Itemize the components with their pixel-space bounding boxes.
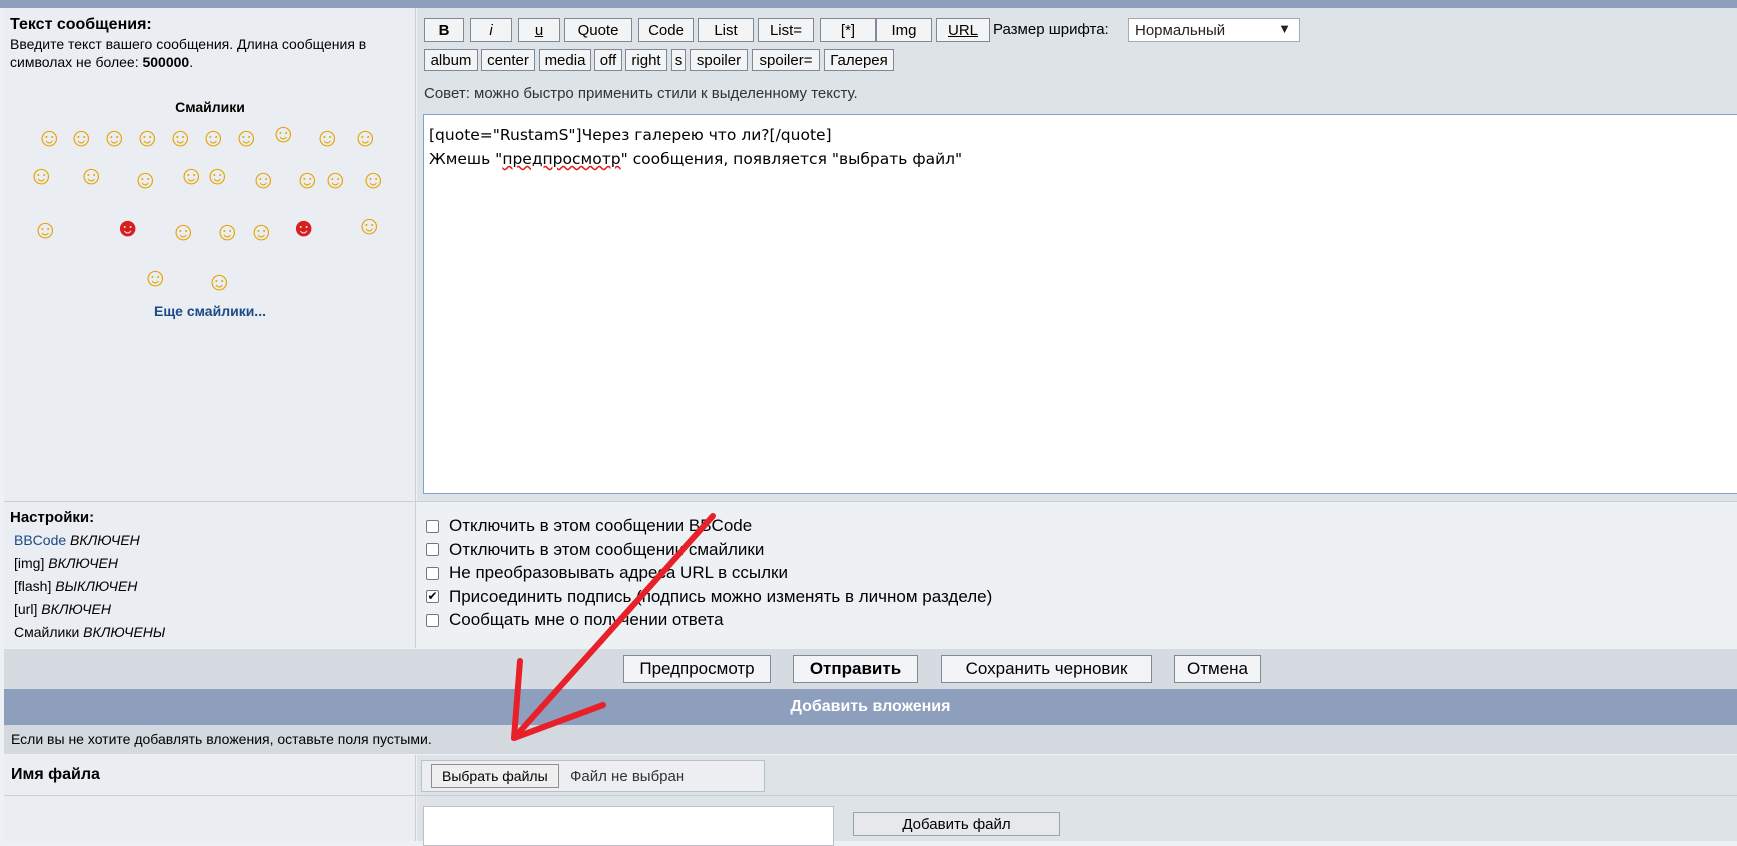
option-label: Отключить в этом сообщении смайлики [449,539,765,559]
question-icon[interactable]: ☺ [248,217,275,245]
thumb-icon[interactable]: ☺ [322,165,349,193]
hello-icon[interactable]: ☺ [32,215,59,243]
spoiler-titled-button[interactable]: spoiler= [752,49,820,71]
grin-icon[interactable]: ☺ [36,123,63,151]
option-5[interactable]: Сообщать мне о получении ответа [426,610,724,630]
sad-icon[interactable]: ☺ [167,123,194,151]
strike-button[interactable]: s [671,49,686,71]
font-size-label: Размер шрифта: [993,21,1109,38]
top-bar [0,0,1737,8]
media-button[interactable]: media [539,49,591,71]
option-1[interactable]: Отключить в этом сообщении BBCode [426,516,752,536]
blush-icon[interactable]: ☺ [233,123,260,151]
drinks-icon[interactable]: ☺ [178,161,205,189]
checkbox-icon[interactable] [426,519,439,533]
code-button[interactable]: Code [638,18,694,42]
more-smilies-link[interactable]: Еще смайлики... [4,303,416,319]
file-comment-input[interactable] [423,806,834,846]
cancel-button[interactable]: Отмена [1174,655,1261,683]
message-description: Введите текст вашего сообщения. Длина со… [10,36,367,70]
setting-url: [url] ВКЛЮЧЕН [14,601,111,617]
list-button[interactable]: List [698,18,754,42]
checkbox-icon[interactable] [426,613,439,627]
cool-icon[interactable]: ☺ [294,165,321,193]
setting-flash: [flash] ВЫКЛЮЧЕН [14,578,138,594]
img-button[interactable]: Img [876,18,932,42]
wave-icon[interactable]: ☺ [360,165,387,193]
dance-icon[interactable]: ☺ [78,161,105,189]
option-label: Отключить в этом сообщении BBCode [449,516,753,535]
message-title: Текст сообщения: [10,16,152,33]
option-label: Не преобразовывать адреса URL в ссылки [449,563,788,582]
extra-file-label-cell [4,796,416,841]
right-button[interactable]: right [625,49,667,71]
add-file-button[interactable]: Добавить файл [853,812,1060,836]
option-4[interactable]: ✔ Присоединить подпись (подпись можно изм… [426,587,992,607]
file-name-label: Имя файла [11,766,100,783]
settings-title: Настройки: [10,509,95,526]
scream-icon[interactable]: ☺ [142,263,169,291]
kiss-icon[interactable]: ☺ [270,119,297,147]
devil-icon[interactable]: ☻ [290,213,317,241]
attachments-header: Добавить вложения [4,689,1737,725]
hands-icon[interactable]: ☺ [356,211,383,239]
toolbar-hint: Совет: можно быстро применить стили к вы… [424,85,858,102]
preview-button[interactable]: Предпросмотр [623,655,771,683]
facepalm-icon[interactable]: ☺ [134,123,161,151]
smile2-icon[interactable]: ☺ [204,161,231,189]
unsure-icon[interactable]: ☺ [101,123,128,151]
wink-icon[interactable]: ☺ [206,267,233,295]
happy-icon[interactable]: ☺ [200,123,227,151]
shock-icon[interactable]: ☺ [250,165,277,193]
checkbox-icon[interactable] [426,543,439,556]
center-button[interactable]: center [481,49,535,71]
max-length: 500000 [142,54,190,70]
file-status: Файл не выбран [570,768,685,785]
save-draft-button[interactable]: Сохранить черновик [941,655,1152,683]
italic-button[interactable]: i [470,18,512,42]
choose-files-button[interactable]: Выбрать файлы [431,764,559,788]
bbcode-link[interactable]: BBCode [14,532,66,548]
list-item-button[interactable]: [*] [820,18,876,42]
option-label: Сообщать мне о получении ответа [449,610,724,629]
angry-icon[interactable]: ☻ [114,213,141,241]
smile-icon[interactable]: ☺ [68,123,95,151]
tongue-icon[interactable]: ☺ [170,217,197,245]
gallery-button[interactable]: Галерея [824,49,894,71]
url-button[interactable]: URL [936,18,990,42]
message-textarea[interactable]: [quote="RustamS"]Через галерею что ли?[/… [423,114,1737,494]
option-3[interactable]: Не преобразовывать адреса URL в ссылки [426,563,788,583]
attachments-note: Если вы не хотите добавлять вложения, ос… [4,725,1737,754]
checkbox-icon[interactable] [426,566,439,580]
crazy-icon[interactable]: ☺ [132,165,159,193]
spoiler-button[interactable]: spoiler [690,49,748,71]
point-icon[interactable]: ☺ [314,123,341,151]
underline-button[interactable]: u [518,18,560,42]
submit-button[interactable]: Отправить [793,655,918,683]
message-label-cell: Текст сообщения: Введите текст вашего со… [4,8,416,501]
setting-smilies: Смайлики ВКЛЮЧЕНЫ [14,624,166,640]
setting-img: [img] ВКЛЮЧЕН [14,555,118,571]
off-button[interactable]: off [594,49,622,71]
album-button[interactable]: album [424,49,478,71]
font-size-select[interactable]: Нормальный ▼ [1128,18,1300,42]
quote-button[interactable]: Quote [564,18,632,42]
setting-bbcode: BBCode ВКЛЮЧЕН [14,532,140,548]
misspelled-word: предпросмотр [502,150,621,168]
bruise-icon[interactable]: ☺ [214,217,241,245]
smilies-title: Смайлики [175,99,245,115]
dropdown-arrow-icon: ▼ [1278,21,1291,36]
bold-button[interactable]: B [424,18,464,42]
option-2[interactable]: Отключить в этом сообщении смайлики [426,540,764,560]
frown-icon[interactable]: ☺ [28,161,55,189]
list-numbered-button[interactable]: List= [758,18,814,42]
option-label: Присоединить подпись (подпись можно изме… [449,586,993,606]
neutral-icon[interactable]: ☺ [352,123,379,151]
checkbox-checked-icon[interactable]: ✔ [426,590,439,603]
